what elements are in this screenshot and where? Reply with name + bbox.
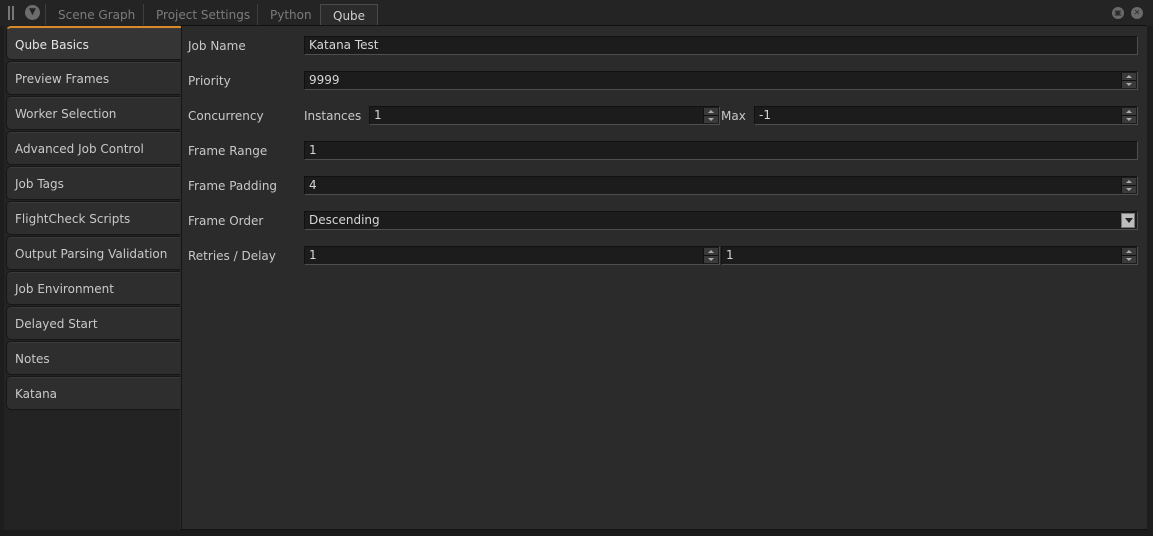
sidebar-item-preview-frames[interactable]: Preview Frames bbox=[6, 61, 180, 95]
sidebar-item-job-tags[interactable]: Job Tags bbox=[6, 166, 180, 200]
qube-basics-form bbox=[181, 26, 1147, 529]
priority-label: Priority bbox=[188, 74, 231, 88]
instances-stepper[interactable] bbox=[703, 108, 718, 123]
frame-padding-stepper[interactable] bbox=[1121, 178, 1136, 193]
sidebar-item-qube-basics[interactable]: Qube Basics bbox=[6, 26, 182, 60]
frame-order-dropdown[interactable]: Descending bbox=[304, 211, 1138, 230]
frame-padding-label: Frame Padding bbox=[188, 179, 278, 193]
job-name-value: Katana Test bbox=[309, 38, 379, 52]
tab-qube[interactable]: Qube bbox=[320, 4, 379, 26]
tab-python[interactable]: Python bbox=[257, 4, 324, 25]
frame-range-value: 1 bbox=[309, 143, 317, 157]
retries-field[interactable]: 1 bbox=[304, 246, 720, 265]
frame-padding-value: 4 bbox=[309, 178, 317, 192]
sidebar-item-delayed-start[interactable]: Delayed Start bbox=[6, 306, 180, 340]
instances-field[interactable]: 1 bbox=[369, 106, 720, 125]
priority-field[interactable]: 9999 bbox=[304, 71, 1138, 90]
bottom-border bbox=[0, 530, 1153, 536]
instances-value: 1 bbox=[374, 108, 382, 122]
tab-scene-graph[interactable]: Scene Graph bbox=[45, 4, 147, 25]
frame-order-value: Descending bbox=[309, 213, 380, 227]
close-icon[interactable]: ✕ bbox=[1131, 7, 1143, 19]
priority-value: 9999 bbox=[309, 73, 340, 87]
float-icon[interactable]: ▣ bbox=[1112, 7, 1124, 19]
job-name-field[interactable]: Katana Test bbox=[304, 36, 1138, 55]
delay-stepper[interactable] bbox=[1121, 248, 1136, 263]
retries-delay-label: Retries / Delay bbox=[188, 249, 276, 263]
frame-order-label: Frame Order bbox=[188, 214, 264, 228]
drag-grip-icon[interactable] bbox=[8, 6, 14, 20]
chevron-down-icon[interactable] bbox=[1121, 213, 1135, 228]
job-name-label: Job Name bbox=[188, 39, 246, 53]
sidebar-item-katana[interactable]: Katana bbox=[6, 376, 180, 410]
retries-value: 1 bbox=[309, 248, 317, 262]
sidebar-item-flightcheck-scripts[interactable]: FlightCheck Scripts bbox=[6, 201, 180, 235]
instances-label: Instances bbox=[304, 109, 362, 123]
frame-range-label: Frame Range bbox=[188, 144, 268, 158]
max-value: -1 bbox=[759, 108, 771, 122]
priority-stepper[interactable] bbox=[1121, 73, 1136, 88]
delay-field[interactable]: 1 bbox=[721, 246, 1138, 265]
sidebar-item-job-environment[interactable]: Job Environment bbox=[6, 271, 180, 305]
chevron-down-icon[interactable]: ▼ bbox=[25, 5, 40, 20]
max-stepper[interactable] bbox=[1121, 108, 1136, 123]
frame-padding-field[interactable]: 4 bbox=[304, 176, 1138, 195]
sidebar-item-output-parsing-validation[interactable]: Output Parsing Validation bbox=[6, 236, 180, 270]
delay-value: 1 bbox=[726, 248, 734, 262]
concurrency-label: Concurrency bbox=[188, 109, 264, 123]
frame-range-field[interactable]: 1 bbox=[304, 141, 1138, 160]
sidebar-item-notes[interactable]: Notes bbox=[6, 341, 180, 375]
max-label: Max bbox=[721, 109, 746, 123]
sidebar-item-worker-selection[interactable]: Worker Selection bbox=[6, 96, 180, 130]
retries-stepper[interactable] bbox=[703, 248, 718, 263]
tab-project-settings[interactable]: Project Settings bbox=[143, 4, 262, 25]
panel-tab-bar: ▼ Scene Graph Project Settings Python Qu… bbox=[0, 0, 1153, 26]
max-field[interactable]: -1 bbox=[754, 106, 1138, 125]
sidebar-item-advanced-job-control[interactable]: Advanced Job Control bbox=[6, 131, 180, 165]
